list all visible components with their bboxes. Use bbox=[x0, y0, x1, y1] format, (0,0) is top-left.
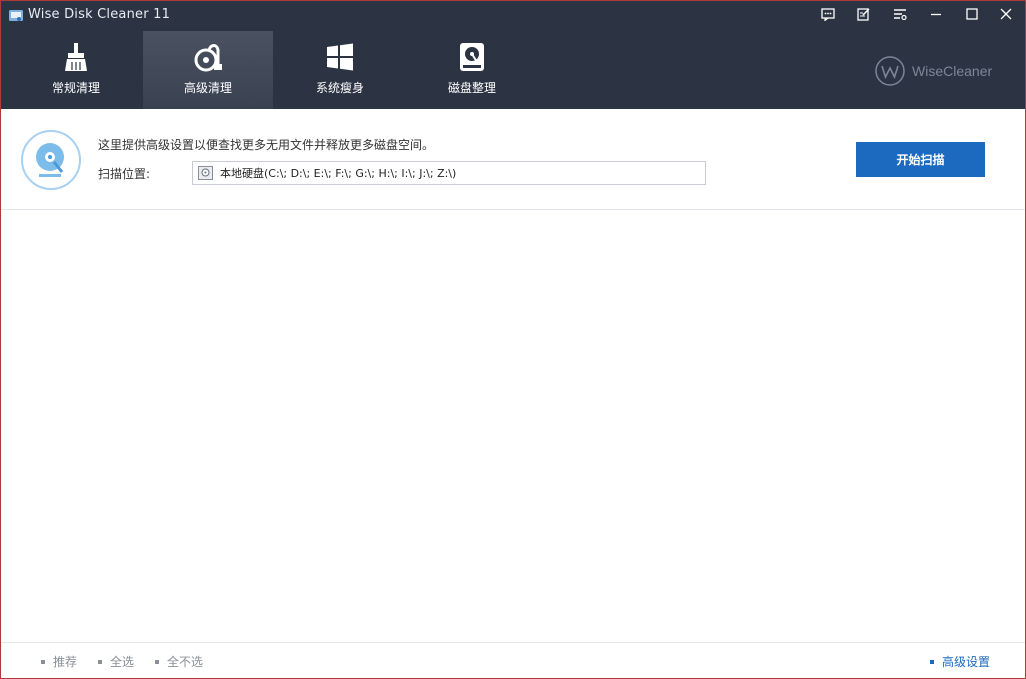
feedback-icon bbox=[821, 7, 835, 21]
main-toolbar: 常规清理 高级清理 系统瘦身 磁盘整理 WiseCleaner bbox=[1, 31, 1025, 109]
tab-label: 高级清理 bbox=[183, 81, 232, 95]
menu-button[interactable] bbox=[883, 1, 917, 27]
window-title: Wise Disk Cleaner 11 bbox=[28, 7, 171, 22]
tab-system-slim[interactable]: 系统瘦身 bbox=[275, 31, 405, 109]
app-logo-icon bbox=[9, 10, 23, 21]
results-area bbox=[1, 210, 1025, 642]
minimize-button[interactable] bbox=[919, 1, 953, 27]
tab-label: 磁盘整理 bbox=[447, 81, 496, 95]
vacuum-icon bbox=[194, 44, 222, 72]
broom-icon bbox=[65, 43, 87, 71]
footer-bar: 推荐 全选 全不选 高级设置 bbox=[1, 642, 1025, 678]
select-none-link[interactable]: 全不选 bbox=[155, 653, 203, 670]
tab-common-clean[interactable]: 常规清理 bbox=[11, 31, 141, 109]
disk-scan-icon bbox=[21, 130, 81, 190]
app-window: Wise Disk Cleaner 11 常规清理 高级清理 系统瘦身 磁盘整理… bbox=[1, 1, 1025, 678]
tab-disk-defrag[interactable]: 磁盘整理 bbox=[407, 31, 537, 109]
defrag-disk-icon bbox=[460, 43, 484, 71]
scan-location-label: 扫描位置: bbox=[98, 167, 151, 181]
advanced-settings-panel: 这里提供高级设置以便查找更多无用文件并释放更多磁盘空间。 扫描位置: 本地硬盘(… bbox=[1, 109, 1025, 210]
scan-location-selector[interactable]: 本地硬盘(C:\; D:\; E:\; F:\; G:\; H:\; I:\; … bbox=[192, 161, 706, 185]
bullet-icon bbox=[41, 659, 45, 664]
bullet-icon bbox=[930, 659, 934, 664]
hard-drive-icon bbox=[198, 166, 213, 180]
maximize-button[interactable] bbox=[955, 1, 989, 27]
close-button[interactable] bbox=[989, 1, 1023, 27]
wisecleaner-brand[interactable]: WiseCleaner bbox=[874, 55, 992, 87]
wisecleaner-logo-icon bbox=[875, 56, 905, 86]
bullet-icon bbox=[155, 659, 159, 664]
title-bar[interactable]: Wise Disk Cleaner 11 bbox=[1, 1, 1025, 31]
close-icon bbox=[1000, 8, 1012, 20]
edit-note-icon bbox=[857, 8, 870, 21]
feedback-button[interactable] bbox=[811, 1, 845, 27]
minimize-icon bbox=[931, 13, 941, 16]
panel-description: 这里提供高级设置以便查找更多无用文件并释放更多磁盘空间。 bbox=[98, 138, 435, 152]
select-all-link[interactable]: 全选 bbox=[98, 653, 134, 670]
tab-label: 系统瘦身 bbox=[315, 81, 364, 95]
advanced-settings-link[interactable]: 高级设置 bbox=[930, 653, 990, 670]
tab-advanced-clean[interactable]: 高级清理 bbox=[143, 31, 273, 109]
maximize-icon bbox=[966, 8, 978, 20]
tab-label: 常规清理 bbox=[51, 81, 100, 95]
edit-button[interactable] bbox=[847, 1, 881, 27]
bullet-icon bbox=[98, 659, 102, 664]
start-scan-button[interactable]: 开始扫描 bbox=[856, 142, 985, 177]
scan-location-value: 本地硬盘(C:\; D:\; E:\; F:\; G:\; H:\; I:\; … bbox=[220, 167, 457, 180]
brand-name: WiseCleaner bbox=[912, 63, 993, 79]
windows-icon bbox=[327, 43, 353, 71]
recommended-link[interactable]: 推荐 bbox=[41, 653, 77, 670]
menu-settings-icon bbox=[894, 8, 907, 20]
